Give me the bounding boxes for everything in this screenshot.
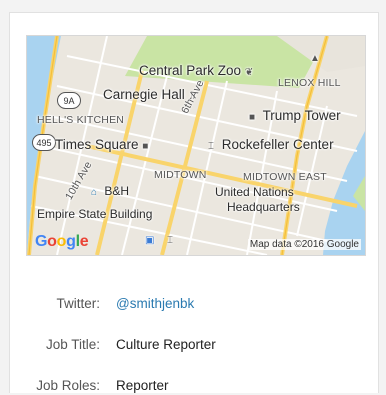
job-title-value: Culture Reporter [116, 337, 216, 352]
zoo-icon: ❦ [244, 67, 254, 78]
job-roles-label: Job Roles: [36, 378, 100, 393]
job-title-label: Job Title: [45, 337, 100, 352]
location-map[interactable]: Central Park Zoo ❦ ▲ LENOX HILL 9A Carne… [26, 35, 366, 256]
map-label-lenox-hill[interactable]: LENOX HILL [278, 77, 341, 89]
profile-card: Central Park Zoo ❦ ▲ LENOX HILL 9A Carne… [9, 12, 379, 393]
twitter-link[interactable]: @smithjenbk [116, 295, 194, 313]
map-label-united-nations[interactable]: United Nations [215, 185, 294, 199]
shopping-bag-icon: ⌂ [91, 187, 98, 198]
map-label-bh[interactable]: B&H [104, 184, 129, 198]
twitter-row: Twitter: @smithjenbk [10, 295, 370, 313]
museum-icon: ▲ [310, 53, 320, 64]
map-attribution[interactable]: Map data ©2016 Google [247, 239, 361, 250]
map-label-central-park-zoo[interactable]: Central Park Zoo [139, 63, 241, 78]
map-label-hells-kitchen[interactable]: HELL'S KITCHEN [37, 114, 124, 126]
map-label-empire-state-building[interactable]: Empire State Building [37, 207, 152, 221]
shopping-icon: ■ [249, 112, 256, 123]
route-9a-shield: 9A [57, 92, 81, 109]
map-label-carnegie-hall[interactable]: Carnegie Hall [103, 87, 185, 102]
twitter-label: Twitter: [56, 296, 100, 311]
monument-small-icon: ⌶ [167, 235, 173, 246]
map-label-un-headquarters: Headquarters [227, 200, 300, 214]
landmark-icon: ■ [142, 141, 149, 152]
map-label-trump-tower[interactable]: Trump Tower [263, 108, 341, 123]
google-logo[interactable]: Google [35, 233, 89, 251]
monument-icon: ⌶ [208, 141, 214, 152]
map-label-times-square[interactable]: Times Square [55, 137, 139, 152]
job-title-row: Job Title: Culture Reporter [10, 336, 370, 354]
job-roles-value: Reporter [116, 378, 169, 393]
map-label-midtown-east[interactable]: MIDTOWN EAST [243, 171, 327, 183]
transit-icon: ▣ [145, 235, 155, 246]
route-495-shield: 495 [32, 134, 56, 151]
map-label-rockefeller-center[interactable]: Rockefeller Center [222, 137, 334, 152]
map-label-midtown[interactable]: MIDTOWN [154, 169, 207, 181]
job-roles-row: Job Roles: Reporter [10, 377, 370, 395]
